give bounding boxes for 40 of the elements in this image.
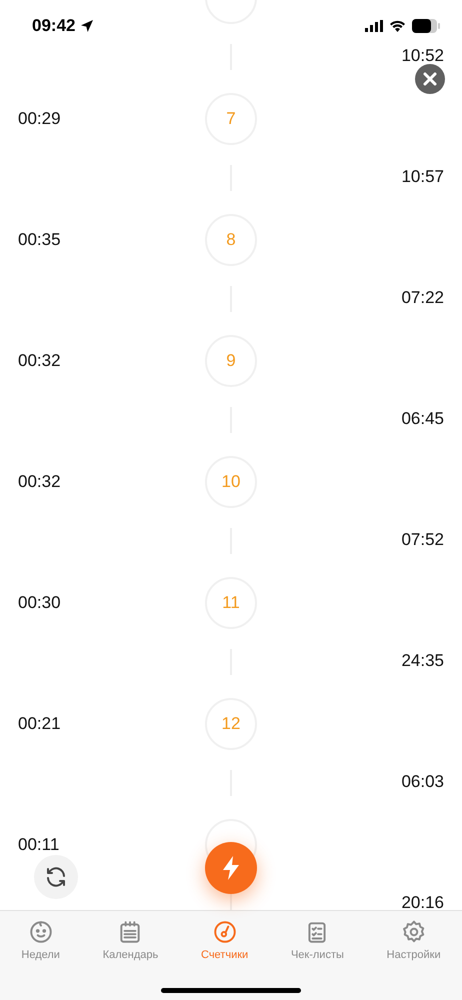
contraction-number: 9 [205,335,257,387]
gauge-icon [212,919,238,945]
contraction-duration: 00:30 [17,593,61,613]
lightning-icon [221,855,241,881]
contraction-duration: 00:11 [17,835,60,855]
battery-icon [412,19,440,33]
tab[interactable]: Недели [21,919,60,961]
interval-time: 10:52 [401,46,445,66]
contraction-duration: 00:29 [17,109,61,129]
status-time: 09:42 [32,16,76,36]
tab[interactable]: Чек-листы [290,919,344,961]
tab[interactable]: Счетчики [201,919,248,961]
refresh-button[interactable] [34,855,78,899]
refresh-icon [44,865,68,889]
contraction-duration: 00:32 [17,472,61,492]
interval-time: 07:22 [401,288,445,308]
close-icon [423,72,437,86]
lightning-button[interactable] [205,842,257,894]
contraction-duration: 00:32 [17,351,61,371]
settings-icon [400,919,427,945]
close-button[interactable] [415,64,445,94]
location-arrow-icon [79,18,96,34]
interval-time: 06:45 [401,409,445,429]
signal-icon [365,20,383,32]
contraction-number: 12 [205,698,257,750]
tab[interactable]: Настройки [386,919,441,961]
contraction-duration: 00:35 [17,230,61,250]
contraction-number: 11 [205,577,257,629]
interval-time: 07:52 [401,530,445,550]
contraction-duration: 00:21 [17,714,61,734]
wifi-icon [389,20,406,32]
baby-face-icon [28,919,54,945]
contraction-number: 10 [205,456,257,508]
contraction-number: 7 [205,93,257,145]
interval-time: 06:03 [401,772,445,792]
interval-time: 10:57 [401,167,445,187]
tab[interactable]: Календарь [102,919,158,961]
contraction-number: 8 [205,214,257,266]
interval-time: 20:16 [401,893,445,910]
interval-time: 24:35 [401,651,445,671]
